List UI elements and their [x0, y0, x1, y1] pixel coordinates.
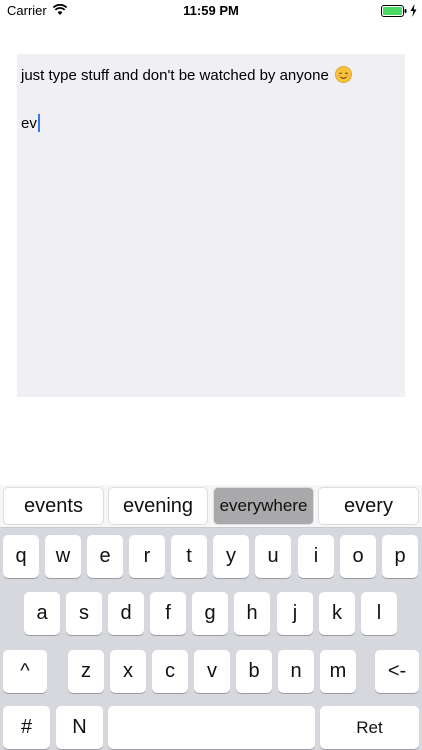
keyboard: events evening everywhere every q w e r … [0, 485, 422, 750]
key-u[interactable]: u [255, 535, 291, 578]
key-q[interactable]: q [3, 535, 39, 578]
status-bar: Carrier 11:59 PM [0, 0, 422, 22]
key-x[interactable]: x [110, 650, 146, 693]
key-m[interactable]: m [320, 650, 356, 693]
text-line-1-content: just type stuff and don't be watched by … [21, 67, 329, 84]
key-a[interactable]: a [24, 592, 60, 635]
key-b[interactable]: b [236, 650, 272, 693]
key-d[interactable]: d [108, 592, 144, 635]
status-time: 11:59 PM [183, 3, 239, 18]
suggestion-bar: events evening everywhere every [0, 485, 422, 528]
text-editor[interactable]: just type stuff and don't be watched by … [17, 54, 405, 397]
return-key[interactable]: Ret [320, 706, 419, 749]
suggestion-events[interactable]: events [3, 487, 104, 525]
key-v[interactable]: v [194, 650, 230, 693]
key-o[interactable]: o [340, 535, 376, 578]
space-key[interactable] [108, 706, 315, 749]
key-t[interactable]: t [171, 535, 207, 578]
key-c[interactable]: c [152, 650, 188, 693]
key-k[interactable]: k [319, 592, 355, 635]
return-key-label: Ret [356, 717, 383, 737]
key-y[interactable]: y [213, 535, 249, 578]
key-h[interactable]: h [234, 592, 270, 635]
key-r[interactable]: r [129, 535, 165, 578]
key-n[interactable]: n [278, 650, 314, 693]
suggestion-everywhere[interactable]: everywhere [213, 487, 314, 525]
text-line-1: just type stuff and don't be watched by … [21, 63, 352, 84]
key-l[interactable]: l [361, 592, 397, 635]
key-hash[interactable]: # [3, 706, 50, 749]
suggestion-evening[interactable]: evening [108, 487, 208, 525]
key-w[interactable]: w [45, 535, 81, 578]
key-e[interactable]: e [87, 535, 123, 578]
smiling-face-emoji-icon [335, 66, 352, 83]
key-capital-n[interactable]: N [56, 706, 103, 749]
key-j[interactable]: j [277, 592, 313, 635]
suggestion-every[interactable]: every [318, 487, 419, 525]
backspace-key[interactable]: <- [375, 650, 419, 693]
key-s[interactable]: s [66, 592, 102, 635]
key-p[interactable]: p [382, 535, 418, 578]
charging-bolt-icon [410, 4, 417, 17]
key-caret[interactable]: ^ [3, 650, 47, 693]
text-line-2-content: ev [21, 115, 37, 132]
text-cursor [37, 114, 40, 132]
battery-icon [381, 5, 407, 17]
key-g[interactable]: g [192, 592, 228, 635]
key-f[interactable]: f [150, 592, 186, 635]
key-i[interactable]: i [298, 535, 334, 578]
key-z[interactable]: z [68, 650, 104, 693]
text-line-2: ev [21, 114, 40, 132]
